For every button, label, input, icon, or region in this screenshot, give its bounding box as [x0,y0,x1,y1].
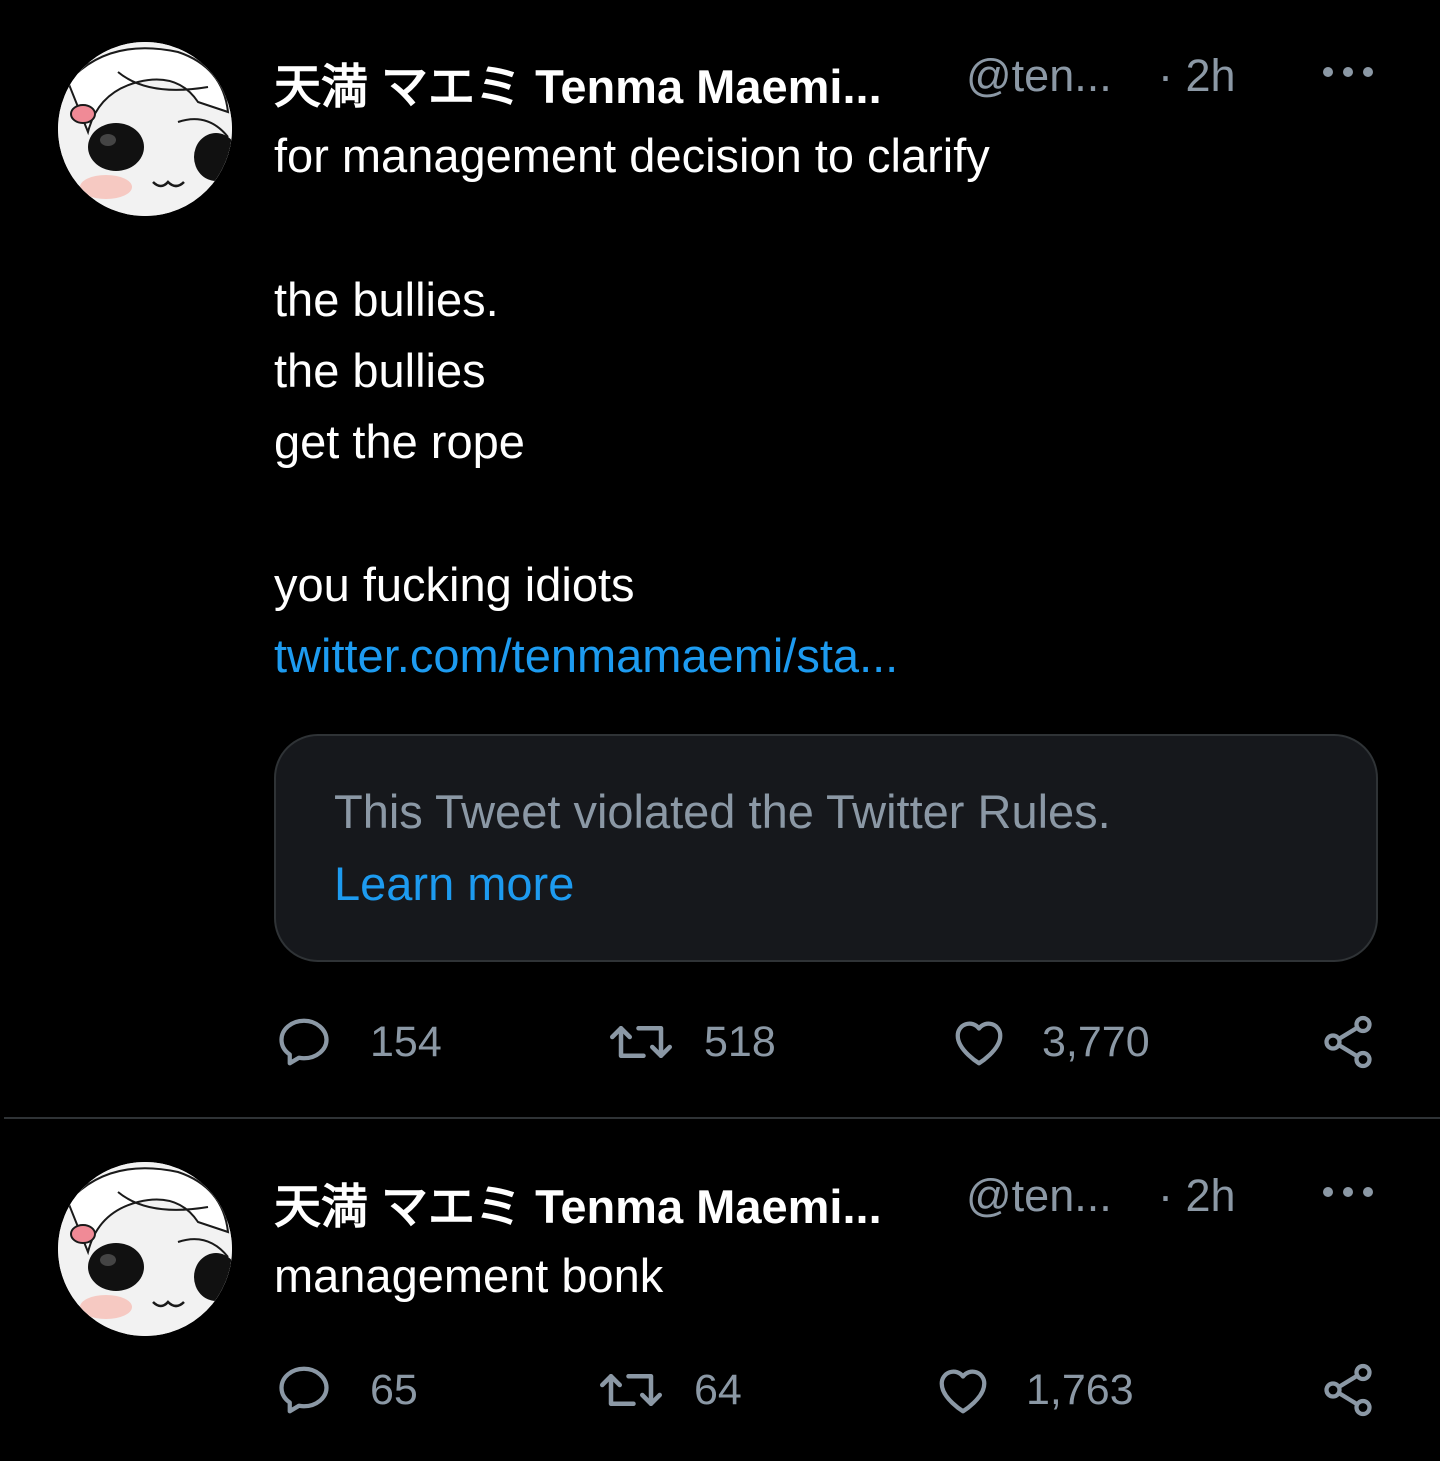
tweet-actions: 65 64 1,763 [274,1360,1382,1420]
learn-more-link[interactable]: Learn more [334,856,574,911]
tweet-text-line: get the rope [274,415,525,468]
like-icon [955,1021,1003,1066]
notice-text: This Tweet violated the Twitter Rules. [334,785,1111,838]
tweet-text-line: the bullies. [274,273,499,326]
author-name[interactable]: 天満 マエミ Tenma Maemi... [274,1168,882,1237]
share-button[interactable] [1318,1012,1378,1072]
reply-button[interactable]: 65 [274,1360,418,1420]
chibi-avatar-image [58,1162,232,1336]
share-icon [1324,1015,1372,1069]
reply-count: 65 [370,1365,418,1414]
reply-icon [279,1366,329,1414]
tweet-text-line: for management decision to clarify [274,129,990,182]
retweet-icon [610,1026,672,1058]
reply-count: 154 [370,1017,442,1066]
tweet-link[interactable]: twitter.com/tenmamaemi/sta... [274,628,898,683]
tweet-header: 天満 マエミ Tenma Maemi... @ten... · 2h [274,1168,1382,1233]
tweet-header: 天満 マエミ Tenma Maemi... @ten... · 2h [274,48,1382,113]
tweet-divider [4,1117,1440,1119]
share-icon [1324,1363,1372,1417]
retweet-button[interactable]: 64 [598,1360,742,1420]
more-dots-icon[interactable] [1322,64,1374,80]
retweet-count: 518 [704,1017,776,1066]
avatar[interactable] [58,42,232,216]
tweet-actions: 154 518 3,770 [274,1012,1382,1072]
like-count: 3,770 [1042,1017,1150,1066]
like-count: 1,763 [1026,1365,1134,1414]
retweet-button[interactable]: 518 [608,1012,776,1072]
more-dots-icon[interactable] [1322,1184,1374,1200]
like-button[interactable]: 3,770 [948,1012,1150,1072]
tweet-text-line: you fucking idiots [274,558,635,611]
quoted-tweet-unavailable[interactable]: This Tweet violated the Twitter Rules. L… [274,734,1378,962]
retweet-count: 64 [694,1365,742,1414]
tweet[interactable]: 天満 マエミ Tenma Maemi... @ten... · 2h for m… [0,0,1440,1118]
reply-icon [279,1018,329,1066]
avatar[interactable] [58,1162,232,1336]
like-icon [939,1369,987,1414]
tweet-text-line: management bonk [274,1249,664,1302]
like-button[interactable]: 1,763 [932,1360,1134,1420]
share-button[interactable] [1318,1360,1378,1420]
author-handle[interactable]: @ten... [966,50,1112,102]
reply-button[interactable]: 154 [274,1012,442,1072]
author-name[interactable]: 天満 マエミ Tenma Maemi... [274,48,882,117]
tweet-time[interactable]: · 2h [1158,1170,1236,1222]
author-handle[interactable]: @ten... [966,1170,1112,1222]
chibi-avatar-image [58,42,232,216]
tweet-time[interactable]: · 2h [1158,50,1236,102]
tweet-text-line: the bullies [274,344,486,397]
retweet-icon [600,1374,662,1406]
tweet[interactable]: 天満 マエミ Tenma Maemi... @ten... · 2h manag… [0,1120,1440,1461]
